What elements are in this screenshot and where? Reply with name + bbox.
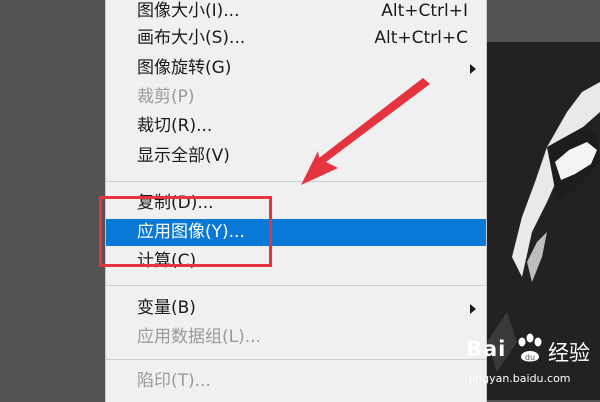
workspace-strip [487,0,600,42]
submenu-arrow-icon [470,64,476,74]
menu-item-trim[interactable]: 裁切(R)... [106,113,486,140]
menu-item-label: 裁剪(P) [137,87,195,107]
watermark-url: jingyan.baidu.com [469,372,571,385]
menu-item-variables[interactable]: 变量(B) [106,295,486,322]
menu-item-label: 画布大小(S)... [137,28,246,48]
paw-text: du [525,353,535,362]
menu-item-label: 裁切(R)... [137,116,213,136]
workspace-background [0,0,105,400]
watermark-brand: Bai [466,337,507,361]
menu-item-apply-data-set: 应用数据组(L)... [106,324,486,351]
menu-item-reveal-all[interactable]: 显示全部(V) [106,143,486,170]
menu-item-label: 图像旋转(G) [137,58,232,78]
menu-item-shortcut: Alt+Ctrl+I [381,1,468,21]
submenu-arrow-icon [470,304,476,314]
menu-item-shortcut: Alt+Ctrl+C [374,28,468,48]
menu-item-label: 应用数据组(L)... [137,327,261,347]
annotation-highlight-box [99,196,272,267]
menu-item-crop: 裁剪(P) [106,84,486,111]
menu-separator [106,359,486,360]
menu-item-image-rotation[interactable]: 图像旋转(G) [106,55,486,82]
menu-item-label: 变量(B) [137,298,196,318]
menu-item-label: 陷印(T)... [137,371,211,391]
menu-item-canvas-size[interactable]: 画布大小(S)... Alt+Ctrl+C [106,25,486,52]
menu-item-image-size[interactable]: 图像大小(I)... Alt+Ctrl+I [106,0,486,25]
menu-item-label: 图像大小(I)... [137,1,240,21]
baidu-jingyan-watermark: Bai du 经验 jingyan.baidu.com [466,333,600,397]
watermark-suffix: 经验 [548,341,590,365]
baidu-paw-icon: du [518,333,542,362]
menu-separator [106,181,486,182]
menu-item-trap: 陷印(T)... [106,368,486,395]
menu-item-label: 显示全部(V) [137,146,230,166]
menu-separator [106,285,486,286]
